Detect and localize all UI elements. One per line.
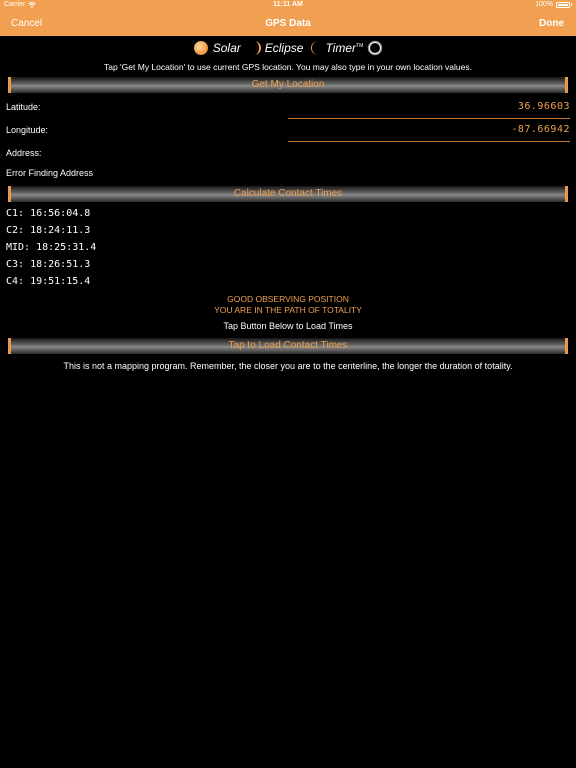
mapping-disclaimer: This is not a mapping program. Remember,… <box>63 361 513 371</box>
eclipse-ring-icon <box>368 40 383 56</box>
address-error-text: Error Finding Address <box>6 168 94 178</box>
latitude-field[interactable]: 36.96603 <box>518 101 570 112</box>
battery-percent: 100% <box>535 1 553 8</box>
position-status-line-1: GOOD OBSERVING POSITION <box>227 294 349 304</box>
contact-time-c2: C2: 18:24:11.3 <box>6 225 91 236</box>
longitude-field[interactable]: -87.66942 <box>511 124 570 135</box>
done-button[interactable]: Done <box>539 18 564 29</box>
contact-time-c3: C3: 18:26:51.3 <box>6 259 91 270</box>
crescent-icon <box>253 41 261 55</box>
battery-icon <box>556 1 570 8</box>
calculate-contact-times-button[interactable]: Calculate Contact Times <box>8 186 568 202</box>
get-my-location-button[interactable]: Get My Location <box>8 77 568 93</box>
page-title: GPS Data <box>265 18 311 29</box>
battery-tip <box>571 3 572 6</box>
position-status-line-2: YOU ARE IN THE PATH OF TOTALITY <box>214 305 362 315</box>
contact-time-c4: C4: 19:51:15.4 <box>6 276 91 287</box>
top-bar: Carrier 11:11 AM 100% Cancel GPS Data Do… <box>0 0 576 36</box>
longitude-underline <box>288 141 570 142</box>
sun-icon <box>193 41 208 55</box>
latitude-label: Latitude: <box>6 102 41 112</box>
contact-time-c1: C1: 16:56:04.8 <box>6 208 91 219</box>
load-times-hint: Tap Button Below to Load Times <box>223 321 353 331</box>
logo-word-timer: TimerTM <box>325 41 364 55</box>
load-contact-times-button[interactable]: Tap to Load Contact Times <box>8 338 568 354</box>
gps-data-screen: Carrier 11:11 AM 100% Cancel GPS Data Do… <box>0 0 576 768</box>
status-bar: Carrier 11:11 AM 100% <box>0 0 576 10</box>
status-time: 11:11 AM <box>273 1 303 8</box>
logo-word-solar: Solar <box>212 41 241 55</box>
instruction-text: Tap 'Get My Location' to use current GPS… <box>103 62 472 72</box>
address-label: Address: <box>6 148 42 158</box>
trademark-mark: TM <box>356 43 364 49</box>
navigation-bar: Cancel GPS Data Done <box>0 10 576 36</box>
logo-word-eclipse: Eclipse <box>264 41 304 55</box>
longitude-label: Longitude: <box>6 125 49 135</box>
battery-indicator: 100% <box>535 1 572 8</box>
app-logo: Solar Eclipse TimerTM <box>0 39 576 57</box>
thin-crescent-icon <box>311 41 319 55</box>
contact-time-mid: MID: 18:25:31.4 <box>6 242 97 253</box>
latitude-underline <box>288 118 570 119</box>
